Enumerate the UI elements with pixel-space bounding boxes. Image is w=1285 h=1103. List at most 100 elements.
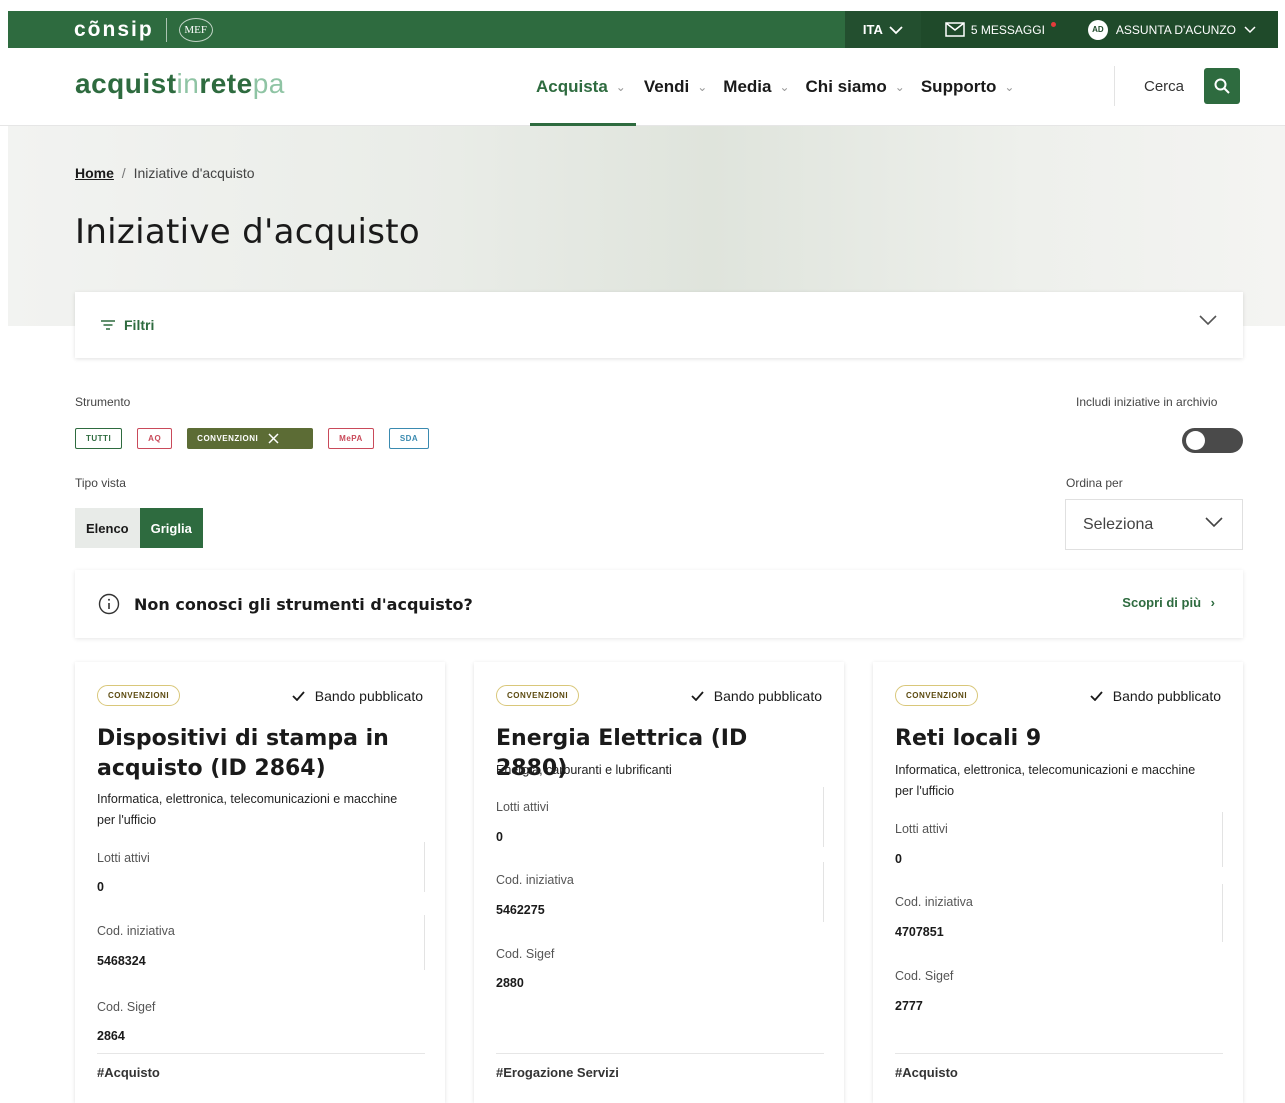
strumento-chips: TUTTI AQ CONVENZIONI MePA SDA	[75, 428, 430, 449]
scopri-di-piu-link[interactable]: Scopri di più ›	[1122, 595, 1215, 610]
info-banner: Non conosci gli strumenti d'acquisto? Sc…	[75, 570, 1243, 638]
chevron-down-icon[interactable]	[1198, 314, 1218, 326]
nav-vendi[interactable]: Vendi ⌄	[636, 48, 715, 126]
status-label: Bando pubblicato	[713, 688, 822, 704]
view-option-label: Elenco	[86, 520, 129, 536]
card-divider	[895, 1053, 1223, 1054]
main-header: acquistinretepa Acquista ⌄ Vendi ⌄ Media ⌄ …	[0, 48, 1285, 126]
lotti-value: 0	[97, 880, 104, 894]
chevron-down-icon	[889, 25, 903, 34]
logo-part-3: rete	[199, 68, 253, 99]
card-category: Informatica, elettronica, telecomunicazi…	[97, 792, 398, 827]
brand-group: cõnsip MEF	[74, 17, 213, 42]
card-divider	[496, 1053, 824, 1054]
cod-sigef-label: Cod. Sigef	[496, 947, 555, 961]
avatar: AD	[1087, 19, 1108, 40]
card-category: Energia, carburanti e lubrificanti	[496, 763, 672, 777]
nav-label: Media	[723, 77, 772, 96]
consip-logo[interactable]: cõnsip	[74, 18, 154, 42]
chip-tutti[interactable]: TUTTI	[75, 428, 123, 449]
info-icon	[98, 593, 120, 615]
cod-iniziativa-value: 5462275	[496, 903, 545, 917]
check-icon	[292, 691, 305, 701]
filters-label: Filtri	[124, 317, 155, 333]
lotti-value: 0	[895, 852, 902, 866]
scroll-indicator	[1222, 884, 1223, 942]
top-bar-right: ITA 5 MESSAGGI AD ASSUNTA D'ACUNZO	[844, 11, 1278, 48]
status: Bando pubblicato	[292, 688, 423, 704]
card-tag[interactable]: #Acquisto	[895, 1065, 958, 1080]
chip-label: SDA	[399, 434, 419, 443]
check-icon	[1090, 691, 1103, 701]
chip-label: AQ	[148, 434, 162, 443]
messages-button[interactable]: 5 MESSAGGI	[920, 11, 1074, 48]
initiative-card[interactable]: CONVENZIONI Bando pubblicato Dispositivi…	[75, 662, 445, 1103]
cod-sigef-value: 2880	[496, 976, 524, 990]
filters-panel[interactable]: Filtri	[75, 292, 1243, 358]
search-button[interactable]	[1204, 68, 1240, 104]
filter-icon	[101, 320, 115, 330]
nav-media[interactable]: Media ⌄	[715, 48, 797, 126]
breadcrumb: Home / Iniziative d'acquisto	[75, 165, 255, 181]
chevron-down-icon	[1244, 25, 1256, 33]
view-elenco-button[interactable]: Elenco	[75, 508, 140, 548]
chevron-down-icon: ⌄	[1004, 80, 1015, 94]
logo-part-4: pa	[252, 68, 285, 99]
lotti-label: Lotti attivi	[895, 822, 948, 836]
logo-part-2: in	[176, 68, 200, 99]
search-label[interactable]: Cerca	[1144, 78, 1184, 95]
main-nav: Acquista ⌄ Vendi ⌄ Media ⌄ Chi siamo ⌄ Suppo…	[530, 48, 1022, 126]
cod-iniziativa-label: Cod. iniziativa	[895, 895, 973, 909]
chip-aq[interactable]: AQ	[137, 428, 173, 449]
check-icon	[691, 691, 704, 701]
nav-label: Acquista	[536, 77, 608, 96]
type-badge: CONVENZIONI	[895, 685, 979, 706]
messages-label: 5 MESSAGGI	[970, 22, 1045, 37]
breadcrumb-current: Iniziative d'acquisto	[133, 165, 255, 181]
view-type-label: Tipo vista	[75, 476, 126, 490]
type-badge: CONVENZIONI	[496, 685, 580, 706]
view-griglia-button[interactable]: Griglia	[139, 508, 203, 548]
initiative-card[interactable]: CONVENZIONI Bando pubblicato Reti locali…	[873, 662, 1243, 1103]
breadcrumb-home[interactable]: Home	[75, 165, 114, 181]
user-name: ASSUNTA D'ACUNZO	[1115, 22, 1236, 37]
view-option-label: Griglia	[150, 520, 192, 536]
nav-supporto[interactable]: Supporto ⌄	[913, 48, 1023, 126]
brand-divider	[165, 17, 167, 42]
language-selector[interactable]: ITA	[844, 11, 921, 48]
card-tag[interactable]: #Erogazione Servizi	[496, 1065, 619, 1080]
sort-label: Ordina per	[1066, 476, 1123, 490]
mef-logo[interactable]: MEF	[178, 17, 213, 42]
card-tag[interactable]: #Acquisto	[97, 1065, 160, 1080]
acquistinretepa-logo[interactable]: acquistinretepa	[75, 68, 285, 100]
close-icon[interactable]	[268, 433, 279, 444]
sort-select[interactable]: Seleziona	[1065, 499, 1243, 550]
nav-chi-siamo[interactable]: Chi siamo ⌄	[798, 48, 913, 126]
chip-sda[interactable]: SDA	[388, 428, 430, 449]
initiative-card[interactable]: CONVENZIONI Bando pubblicato Energia Ele…	[474, 662, 844, 1103]
card-title[interactable]: Reti locali 9	[895, 724, 1225, 754]
top-bar: cõnsip MEF ITA 5 MESSAGGI AD ASSUNTA D'A…	[8, 11, 1278, 48]
cod-iniziativa-value: 4707851	[895, 925, 944, 939]
chevron-right-icon: ›	[1210, 595, 1215, 610]
scroll-indicator	[424, 842, 425, 892]
cod-iniziativa-value: 5468324	[97, 954, 146, 968]
breadcrumb-separator: /	[121, 165, 126, 181]
nav-label: Vendi	[643, 77, 690, 96]
chip-convenzioni[interactable]: CONVENZIONI	[187, 428, 314, 449]
card-divider	[97, 1053, 425, 1054]
scroll-indicator	[823, 862, 824, 922]
archive-label: Includi iniziative in archivio	[1076, 395, 1218, 409]
status: Bando pubblicato	[1090, 688, 1221, 704]
nav-acquista[interactable]: Acquista ⌄	[530, 48, 636, 126]
language-label: ITA	[862, 22, 883, 37]
user-menu[interactable]: AD ASSUNTA D'ACUNZO	[1073, 11, 1278, 48]
search-icon	[1214, 78, 1230, 94]
chevron-down-icon	[1205, 517, 1223, 528]
chip-mepa[interactable]: MePA	[328, 428, 374, 449]
card-title[interactable]: Dispositivi di stampa in acquisto (ID 28…	[97, 724, 427, 784]
notification-dot	[1050, 22, 1056, 27]
scroll-indicator	[424, 915, 425, 970]
archive-toggle[interactable]	[1182, 428, 1243, 453]
lotti-label: Lotti attivi	[97, 851, 150, 865]
